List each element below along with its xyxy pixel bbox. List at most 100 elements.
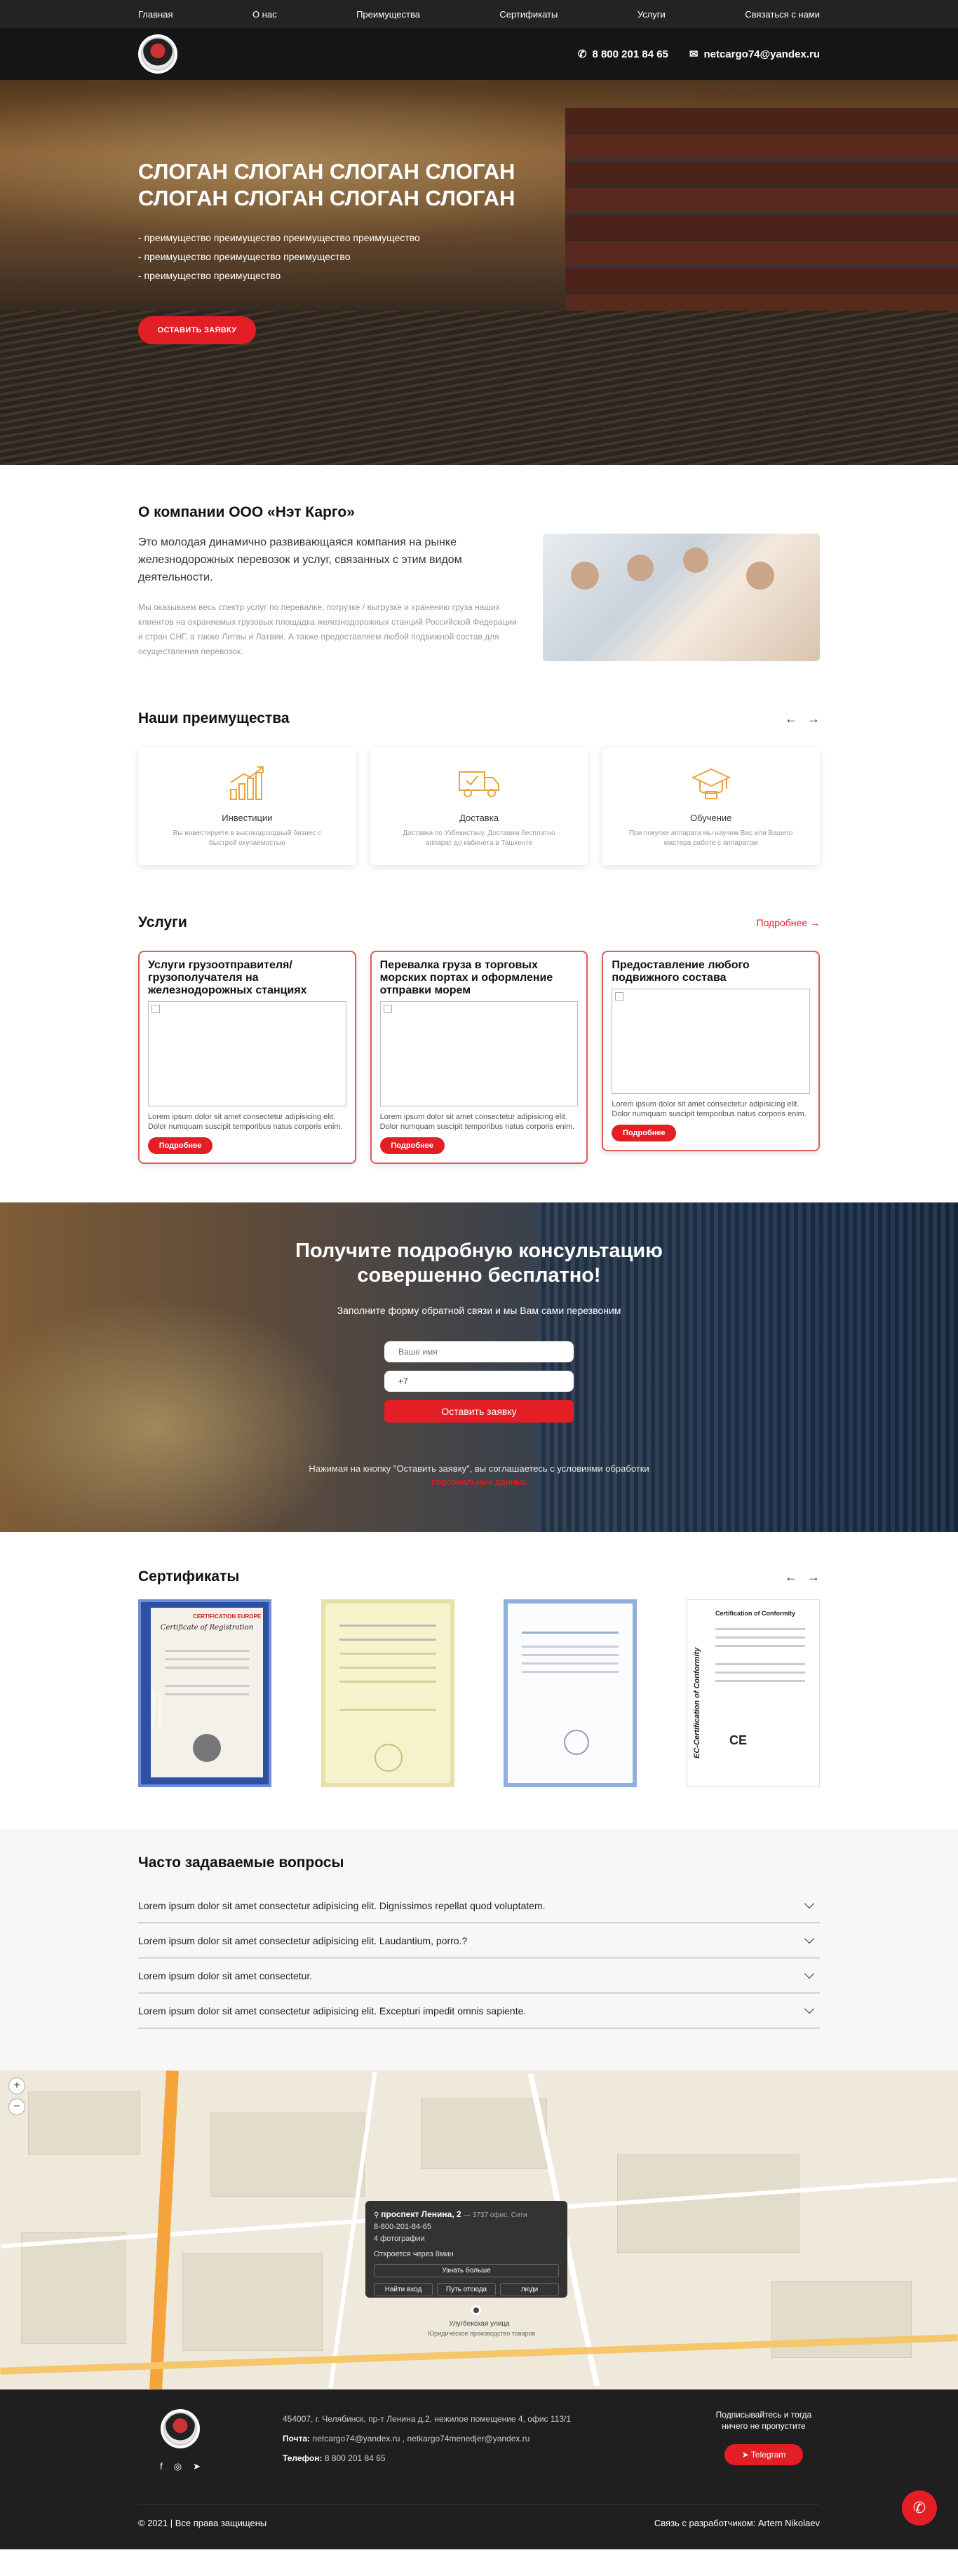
faq-title: Часто задаваемые вопросы — [138, 1855, 344, 1871]
certificate-image[interactable] — [321, 1599, 454, 1787]
zoom-out-button[interactable]: − — [8, 2099, 25, 2115]
map-marker-icon[interactable] — [471, 2305, 481, 2315]
service-title: Перевалка груза в торговых морских порта… — [379, 959, 553, 996]
certificate-image[interactable] — [504, 1599, 637, 1787]
telegram-icon: ➤ — [741, 2450, 751, 2460]
map-pin-icon: ⚲ — [374, 2211, 382, 2219]
personal-data-link[interactable]: персональных данных — [0, 1477, 958, 1487]
footer-subscribe-text: Подписывайтесь и тогда ничего не пропуст… — [715, 2410, 812, 2431]
nav-link-advantages[interactable]: Преимущества — [356, 9, 420, 20]
nav-link-contact[interactable]: Связаться с нами — [745, 9, 820, 20]
call-button[interactable]: ✆ — [902, 2490, 937, 2526]
footer-logo[interactable] — [161, 2409, 200, 2448]
instagram-icon[interactable]: ◎ — [174, 2461, 182, 2472]
phone-input[interactable] — [384, 1371, 574, 1392]
developer-contact[interactable]: Связь с разработчиком: Artem Nikolaev — [654, 2518, 820, 2528]
certificates-title: Сертификаты — [138, 1568, 240, 1585]
map-place-label: Улугбекская улица — [449, 2320, 510, 2328]
arrow-left-icon[interactable]: ← — [785, 712, 797, 726]
nav-link-services[interactable]: Услуги — [637, 9, 666, 20]
map-route-to-button[interactable]: люди — [500, 2283, 559, 2296]
about-lead: Это молодая динамично развивающаяся комп… — [138, 536, 462, 583]
service-details-button[interactable]: Подробнее — [379, 1137, 445, 1154]
certificates-section: Сертификаты ← → CERTIFICATION EUROPE Cert… — [0, 1532, 958, 1829]
footer-mail-label: Почта: — [283, 2434, 311, 2443]
footer-phone[interactable]: 8 800 201 84 65 — [325, 2453, 386, 2463]
hero-section: СЛОГАН СЛОГАН СЛОГАН СЛОГАН СЛОГАН СЛОГА… — [0, 80, 958, 465]
advantage-title: Доставка — [459, 813, 499, 823]
hero-bullet: - преимущество преимущество преимущество — [138, 251, 351, 262]
service-details-button[interactable]: Подробнее — [148, 1137, 212, 1154]
faq-question: Lorem ipsum dolor sit amet consectetur a… — [138, 1899, 546, 1911]
consultation-title: Получите подробную консультацию совершен… — [295, 1240, 663, 1287]
service-details-button[interactable]: Подробнее — [612, 1125, 677, 1141]
about-title: О компании ООО «Нэт Карго» — [138, 504, 355, 520]
arrow-left-icon[interactable]: ← — [785, 1570, 797, 1585]
certificate-heading: Certification of Conformity — [715, 1610, 795, 1617]
submit-request-button[interactable]: Оставить заявку — [384, 1400, 574, 1423]
arrow-right-icon[interactable]: → — [807, 712, 820, 726]
hero-request-button[interactable]: ОСТАВИТЬ ЗАЯВКУ — [138, 316, 256, 344]
service-title: Предоставление любого подвижного состава — [612, 959, 750, 984]
service-text: Lorem ipsum dolor sit amet consectetur a… — [612, 1100, 807, 1118]
site-footer: f ◎ ➤ 454007, г. Челябинск, пр-т Ленина … — [0, 2389, 958, 2549]
name-input[interactable] — [384, 1341, 574, 1362]
services-section: Услуги Подробнее → Услуги грузоотправите… — [0, 886, 958, 1202]
service-image-placeholder — [148, 1001, 346, 1106]
service-text: Lorem ipsum dolor sit amet consectetur a… — [379, 1113, 575, 1131]
map-more-button[interactable]: Узнать больше — [374, 2264, 559, 2277]
arrow-right-icon[interactable]: → — [807, 1570, 820, 1585]
chevron-down-icon — [804, 1898, 815, 1909]
header-email-text: netcargo74@yandex.ru — [703, 48, 820, 60]
facebook-icon[interactable]: f — [160, 2461, 163, 2472]
faq-item[interactable]: Lorem ipsum dolor sit amet consectetur a… — [138, 1993, 820, 2028]
phone-icon: ✆ — [577, 48, 587, 60]
advantage-card: Обучение При покупке аппарата мы научим … — [602, 748, 820, 865]
faq-item[interactable]: Lorem ipsum dolor sit amet consectetur a… — [138, 1888, 820, 1923]
certificate-image[interactable]: Certification of Conformity CE EC-Certif… — [686, 1599, 820, 1787]
certificate-heading: CERTIFICATION EUROPE — [193, 1613, 262, 1620]
graduation-cap-icon — [690, 764, 732, 803]
nav-link-certificates[interactable]: Сертификаты — [499, 9, 558, 20]
nav-link-home[interactable]: Главная — [138, 9, 173, 20]
map-route-button[interactable]: Путь отсюда — [437, 2283, 496, 2296]
map-find-entrance-button[interactable]: Найти вход — [374, 2283, 433, 2296]
certificate-side-text: EC-Certification of Conformity — [692, 1647, 701, 1758]
footer-mail[interactable]: netcargo74@yandex.ru , netkargo74menedje… — [313, 2434, 530, 2443]
header-email[interactable]: ✉ netcargo74@yandex.ru — [689, 48, 820, 61]
hero-bullet: - преимущество преимущество преимущество… — [138, 232, 420, 243]
service-card: Предоставление любого подвижного состава… — [602, 951, 821, 1151]
consultation-section: Получите подробную консультацию совершен… — [0, 1202, 958, 1532]
advantage-text: Вы инвестируете в высокодоходный бизнес … — [173, 829, 321, 847]
location-map[interactable]: + − ⚲ проспект Ленина, 2 — 3737 офис, Си… — [0, 2070, 958, 2389]
service-image-placeholder — [612, 989, 811, 1094]
header-phone-text: 8 800 201 84 65 — [592, 48, 668, 60]
advantages-slider-arrows: ← → — [785, 712, 820, 726]
faq-item[interactable]: Lorem ipsum dolor sit amet consectetur. — [138, 1958, 820, 1993]
map-photos[interactable]: 4 фотографии — [374, 2235, 559, 2243]
certificates-slider-arrows: ← → — [785, 1570, 820, 1585]
services-more-link[interactable]: Подробнее → — [757, 917, 821, 928]
certificate-image[interactable]: CERTIFICATION EUROPE Certificate of Regi… — [138, 1599, 271, 1787]
service-text: Lorem ipsum dolor sit amet consectetur a… — [148, 1113, 343, 1131]
advantage-text: Доставка по Узбекистану. Доставим беспла… — [403, 829, 555, 847]
map-place-balloon: ⚲ проспект Ленина, 2 — 3737 офис, Сити 8… — [365, 2201, 567, 2298]
telegram-icon[interactable]: ➤ — [193, 2461, 201, 2472]
service-title: Услуги грузоотправителя/ грузополучателя… — [148, 959, 307, 996]
advantage-title: Инвестиции — [222, 813, 273, 823]
map-place-label-2: Юридическое производство товаров — [428, 2330, 536, 2337]
telegram-button[interactable]: ➤ Telegram — [724, 2444, 803, 2465]
header-phone[interactable]: ✆ 8 800 201 84 65 — [577, 48, 668, 61]
map-status: Откроется через 8мин — [374, 2250, 454, 2258]
copyright: © 2021 | Все права защищены — [138, 2518, 267, 2528]
nav-link-about[interactable]: О нас — [252, 9, 277, 20]
faq-question: Lorem ipsum dolor sit amet consectetur a… — [138, 2005, 527, 2016]
faq-item[interactable]: Lorem ipsum dolor sit amet consectetur a… — [138, 1923, 820, 1958]
advantages-section: Наши преимущества ← → Инвестиции Вы инвес… — [0, 682, 958, 886]
chevron-down-icon — [804, 2003, 815, 2014]
service-image-placeholder — [379, 1001, 579, 1106]
zoom-in-button[interactable]: + — [8, 2077, 25, 2094]
company-logo[interactable] — [138, 34, 177, 74]
header-contacts: ✆ 8 800 201 84 65 ✉ netcargo74@yandex.ru — [577, 48, 820, 61]
faq-question: Lorem ipsum dolor sit amet consectetur. — [138, 1970, 313, 1981]
